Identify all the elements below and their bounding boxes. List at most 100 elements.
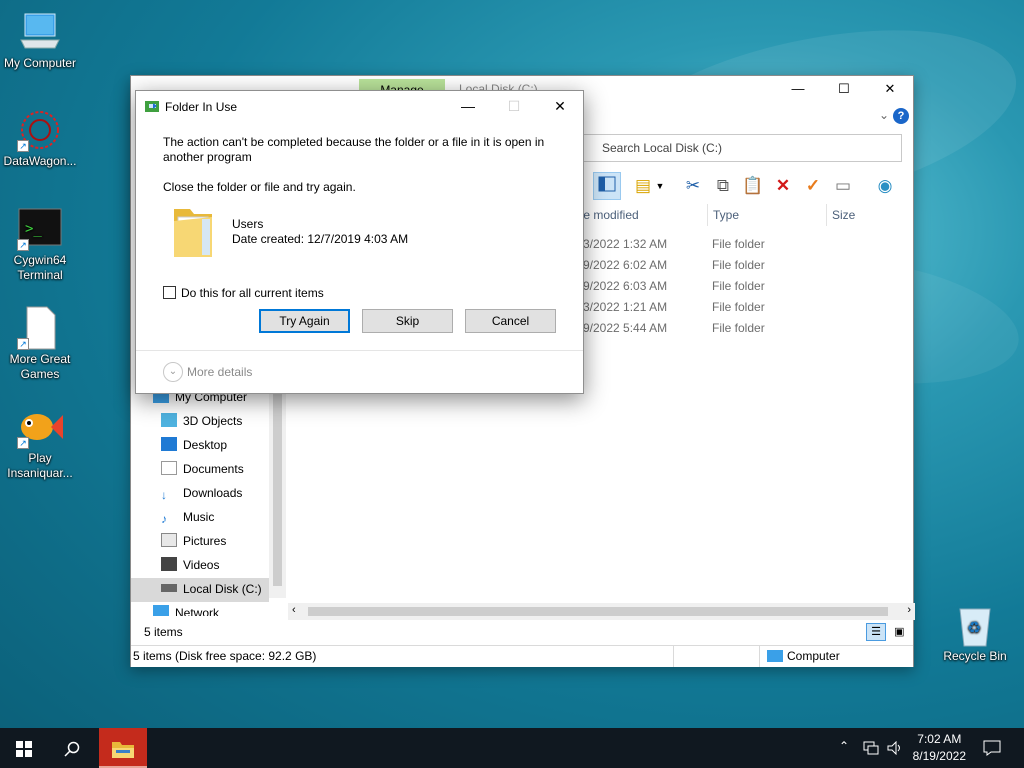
- item-count: 5 items: [144, 625, 183, 639]
- search-input[interactable]: Search Local Disk (C:): [576, 134, 902, 162]
- sidebar-item-3d-objects[interactable]: 3D Objects: [161, 410, 242, 434]
- sidebar-item-videos[interactable]: Videos: [161, 554, 219, 578]
- file-name: Users: [232, 217, 264, 231]
- scroll-thumb[interactable]: [273, 386, 282, 586]
- desktop-icon-datawagon[interactable]: ↗ DataWagon...: [0, 108, 80, 169]
- datawagon-icon: ↗: [17, 108, 63, 152]
- row-type[interactable]: File folder: [712, 300, 765, 314]
- sidebar-item-music[interactable]: ♪ Music: [161, 506, 214, 530]
- sidebar-item-pictures[interactable]: Pictures: [161, 530, 226, 554]
- status-bar: 5 items (Disk free space: 92.2 GB) Compu…: [131, 645, 913, 667]
- minimize-button[interactable]: —: [445, 91, 491, 121]
- sidebar-item-downloads[interactable]: ↓ Downloads: [161, 482, 242, 506]
- column-separator[interactable]: [707, 204, 708, 226]
- nav-scrollbar[interactable]: [269, 386, 286, 598]
- do-this-for-all-checkbox[interactable]: [163, 286, 176, 299]
- network-globe-icon[interactable]: ◉: [871, 172, 899, 200]
- taskbar-file-explorer[interactable]: [99, 728, 147, 768]
- copy-icon[interactable]: ⧉: [709, 172, 737, 200]
- details-view-icon[interactable]: ☰: [866, 623, 886, 641]
- shortcut-arrow-icon: ↗: [17, 437, 29, 449]
- row-date[interactable]: 9/2022 5:44 AM: [583, 321, 667, 335]
- desktop-icon-cygwin[interactable]: >_ ↗ Cygwin64 Terminal: [0, 207, 80, 283]
- desktop-icon-my-computer[interactable]: My Computer: [0, 10, 80, 71]
- help-icon[interactable]: ?: [893, 108, 909, 124]
- horizontal-scrollbar[interactable]: ‹ ›: [288, 603, 915, 620]
- row-date[interactable]: 3/2022 1:32 AM: [583, 237, 667, 251]
- sidebar-item-label: Documents: [183, 462, 244, 476]
- status-free-space: 5 items (Disk free space: 92.2 GB): [133, 649, 317, 663]
- volume-icon[interactable]: [887, 741, 903, 755]
- maximize-button[interactable]: ☐: [821, 76, 867, 102]
- rename-icon[interactable]: ▭: [829, 172, 857, 200]
- divider: [136, 350, 583, 351]
- folder-icon: [112, 741, 134, 758]
- shortcut-arrow-icon: ↗: [17, 140, 29, 152]
- chevron-up-icon[interactable]: ⌃: [839, 739, 849, 753]
- start-button[interactable]: [0, 728, 48, 768]
- sidebar-item-network[interactable]: Network: [153, 602, 219, 616]
- close-button[interactable]: ✕: [867, 76, 913, 102]
- column-date-modified[interactable]: te modified: [580, 206, 639, 226]
- row-date[interactable]: 9/2022 6:02 AM: [583, 258, 667, 272]
- search-button[interactable]: [48, 728, 96, 768]
- system-clock[interactable]: 7:02 AM 8/19/2022: [913, 731, 966, 765]
- desktop-icon-play-insaniquarium[interactable]: ↗ Play Insaniquar...: [0, 405, 80, 481]
- scroll-left-icon[interactable]: ‹: [292, 604, 296, 616]
- row-date[interactable]: 9/2022 6:03 AM: [583, 279, 667, 293]
- windows-logo-icon: [16, 740, 32, 757]
- clock-time: 7:02 AM: [917, 732, 962, 746]
- svg-text:>_: >_: [25, 221, 42, 237]
- column-size[interactable]: Size: [832, 206, 855, 226]
- folder-in-use-dialog[interactable]: Folder In Use — ☐ ✕ The action can't be …: [135, 90, 584, 394]
- more-details-link[interactable]: More details: [187, 365, 252, 379]
- computer-icon: [767, 650, 783, 662]
- desktop-icon-more-great-games[interactable]: ↗ More Great Games: [0, 306, 80, 382]
- shortcut-arrow-icon: ↗: [17, 338, 29, 350]
- minimize-button[interactable]: —: [775, 76, 821, 102]
- notifications-icon[interactable]: [983, 740, 1001, 756]
- scroll-thumb[interactable]: [308, 607, 888, 616]
- cancel-button[interactable]: Cancel: [465, 309, 556, 333]
- properties-check-icon[interactable]: ✓: [799, 172, 827, 200]
- file-date-created: Date created: 12/7/2019 4:03 AM: [232, 232, 409, 246]
- paste-icon[interactable]: 📋: [739, 172, 767, 200]
- sidebar-item-desktop[interactable]: Desktop: [161, 434, 227, 458]
- column-type[interactable]: Type: [713, 206, 739, 226]
- desktop-icon-label: Cygwin64 Terminal: [13, 253, 67, 282]
- sidebar-item-local-disk[interactable]: Local Disk (C:): [131, 578, 269, 602]
- scroll-right-icon[interactable]: ›: [907, 604, 911, 616]
- column-separator[interactable]: [826, 204, 827, 226]
- desktop-icon-recycle-bin[interactable]: ♻ Recycle Bin: [935, 603, 1015, 664]
- dialog-titlebar[interactable]: Folder In Use — ☐ ✕: [136, 91, 583, 121]
- desktop-icon-label: Recycle Bin: [943, 649, 1007, 663]
- view-dropdown-icon[interactable]: ▼: [653, 172, 667, 200]
- row-type[interactable]: File folder: [712, 279, 765, 293]
- svg-text:♻: ♻: [967, 620, 981, 637]
- skip-button[interactable]: Skip: [362, 309, 453, 333]
- row-type[interactable]: File folder: [712, 237, 765, 251]
- row-type[interactable]: File folder: [712, 321, 765, 335]
- checkbox-label[interactable]: Do this for all current items: [181, 286, 324, 300]
- taskbar: ⌃ 7:02 AM 8/19/2022: [0, 728, 1024, 768]
- search-icon: [64, 741, 80, 757]
- delete-icon[interactable]: ✕: [769, 172, 797, 200]
- computer-icon: [17, 10, 63, 54]
- preview-pane-icon[interactable]: [593, 172, 621, 200]
- sidebar-item-documents[interactable]: Documents: [161, 458, 244, 482]
- chevron-down-icon[interactable]: ⌄: [879, 108, 889, 122]
- film-icon: [161, 557, 177, 571]
- shortcut-arrow-icon: ↗: [17, 239, 29, 251]
- row-type[interactable]: File folder: [712, 258, 765, 272]
- dialog-instruction: Close the folder or file and try again.: [163, 180, 356, 194]
- chevron-down-icon[interactable]: ⌄: [163, 362, 183, 382]
- desktop-icon-label: DataWagon...: [3, 154, 77, 168]
- desktop-icon-label: Play Insaniquar...: [7, 451, 73, 480]
- network-icon[interactable]: [863, 741, 879, 755]
- large-icons-view-icon[interactable]: ▣: [889, 624, 909, 642]
- try-again-button[interactable]: Try Again: [259, 309, 350, 333]
- close-button[interactable]: ✕: [537, 91, 583, 121]
- cut-icon[interactable]: ✂: [679, 172, 707, 200]
- row-date[interactable]: 3/2022 1:21 AM: [583, 300, 667, 314]
- fish-icon: ↗: [17, 405, 63, 449]
